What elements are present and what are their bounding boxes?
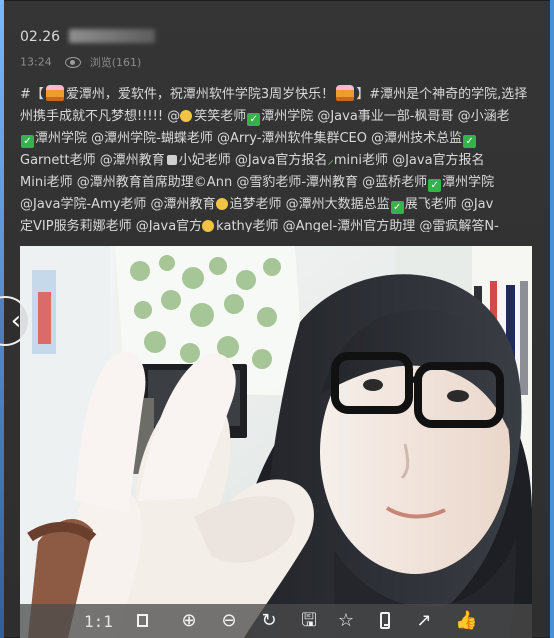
- post-text-segment: 小妃老师 @Java官方报名: [178, 153, 328, 168]
- post-text-segment: 】#潭州是个神奇的学院,选择: [356, 87, 528, 102]
- smile-icon: [180, 110, 193, 122]
- birthday-cake-icon: [45, 85, 64, 101]
- post-text-segment: 潭州学院 @Java事业一部-枫哥哥 @小涵老: [261, 109, 510, 124]
- post-text-segment: 展飞老师 @Jav: [404, 197, 494, 212]
- post-text-segment: 爱潭州，爱软件，祝潭州软件学院3周岁快乐！: [65, 87, 335, 102]
- post-text-segment: #【: [20, 87, 44, 102]
- post-line: #【 爱潭州，爱软件，祝潭州软件学院3周岁快乐！ 】#潭州是个神奇的学院,选择: [20, 84, 554, 106]
- post-text-segment: 笑笑老师: [194, 109, 247, 124]
- save-icon[interactable]: 🖫: [298, 610, 320, 632]
- post-date: 02.26: [20, 29, 61, 45]
- share-icon[interactable]: ↗: [413, 610, 435, 632]
- view-count: 浏览(161): [89, 56, 142, 69]
- rotate-icon[interactable]: ↻: [258, 610, 280, 632]
- verified-check-icon: ✓: [390, 201, 404, 214]
- post-text-segment: Garnett老师 @潭州教育: [20, 153, 165, 168]
- zoom-in-icon[interactable]: ⊕: [178, 610, 200, 632]
- favorite-icon[interactable]: ☆: [335, 610, 357, 632]
- image-toolbar: 1:1 ⊕ ⊖ ↻ 🖫 ☆ ↗ 👍: [20, 604, 532, 638]
- like-icon[interactable]: 👍: [455, 610, 477, 632]
- zoom-actual-size-button[interactable]: 1:1: [84, 612, 113, 631]
- fit-screen-box: [137, 614, 148, 627]
- post-text-segment: 州携手成就不凡梦想!!!!! @: [20, 109, 181, 124]
- post-text-segment: 定VIP服务莉娜老师 @Java官方: [20, 219, 203, 232]
- birthday-cake-icon: [336, 85, 355, 101]
- verified-check-icon: ✓: [21, 135, 34, 148]
- post-line: 州携手成就不凡梦想!!!!! @ 笑笑老师 ✓ 潭州学院 @Java事业一部-枫哥哥 …: [20, 106, 554, 128]
- verified-check-icon: ✓: [247, 113, 261, 126]
- post-text-segment: 追梦老师 @潭州大数据总监: [229, 197, 390, 212]
- post-text-segment: kathy老师 @Angel-潭州官方助理 @雷疯解答N-: [216, 219, 499, 232]
- post-line: 定VIP服务莉娜老师 @Java官方 kathy老师 @Angel-潭州官方助理 …: [20, 216, 554, 232]
- post-time: 13:24: [20, 55, 52, 69]
- verified-check-icon: ✓: [428, 179, 442, 192]
- phone-icon[interactable]: [374, 610, 396, 632]
- fit-screen-icon[interactable]: [132, 610, 154, 632]
- photo-image: [20, 246, 532, 638]
- post-photo[interactable]: [20, 246, 532, 638]
- post-text-segment: 潭州学院: [442, 175, 495, 190]
- post-line: ✓ 潭州学院 @潭州学院-蝴蝶老师 @Arry-潭州软件集群CEO @潭州技术总监…: [20, 128, 554, 150]
- post-text-segment: mini老师 @Java官方报名: [333, 153, 485, 168]
- post-header: 02.26: [20, 26, 540, 45]
- post-text-segment: Mini老师 @潭州教育首席助理©Ann @雪豹老师-潭州教育 @蓝桥老师: [20, 175, 428, 190]
- post-text-segment: 潭州学院 @潭州学院-蝴蝶老师 @Arry-潭州软件集群CEO @潭州技术总监: [35, 131, 463, 146]
- smile-icon: [202, 220, 215, 232]
- smile-icon: [215, 198, 228, 210]
- post-text-segment: @Java学院-Amy老师 @潭州教育: [20, 197, 216, 212]
- phone-shape: [380, 612, 390, 629]
- post-content: #【 爱潭州，爱软件，祝潭州软件学院3周岁快乐！ 】#潭州是个神奇的学院,选择州携手…: [20, 84, 554, 232]
- blurred-date-text: [69, 29, 156, 43]
- post-meta: 13:24 浏览(161): [20, 54, 141, 70]
- post-line: @Java学院-Amy老师 @潭州教育 追梦老师 @潭州大数据总监 ✓ 展飞老师 @J…: [20, 194, 554, 216]
- eye-icon: [65, 56, 82, 68]
- post-line: Mini老师 @潭州教育首席助理©Ann @雪豹老师-潭州教育 @蓝桥老师 ✓ 潭州…: [20, 172, 554, 194]
- post-line: Garnett老师 @潭州教育 小妃老师 @Java官方报名⸝mini老师 @Ja…: [20, 150, 554, 172]
- chevron-left-icon: ‹: [10, 306, 22, 336]
- zoom-out-icon[interactable]: ⊖: [218, 610, 240, 632]
- small-icon: [166, 155, 177, 165]
- verified-check-icon: ✓: [463, 135, 477, 148]
